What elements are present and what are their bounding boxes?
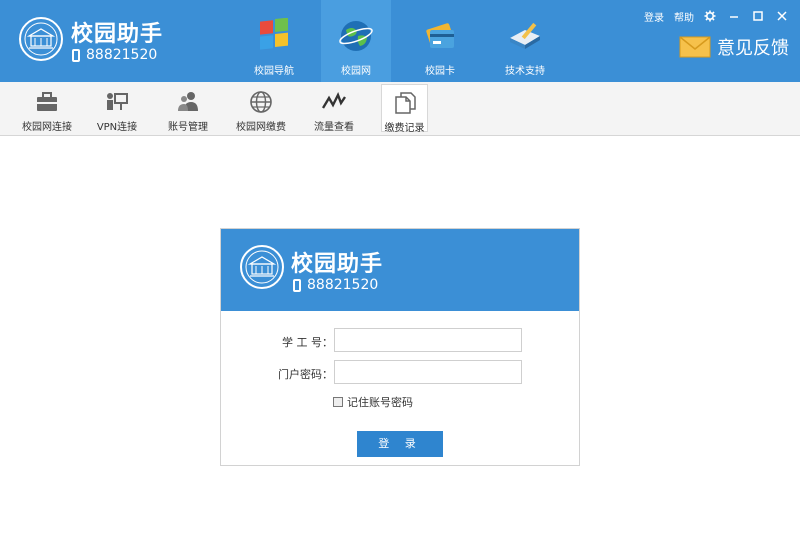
hotline: 88821520 <box>72 47 157 63</box>
close-icon[interactable] <box>776 10 788 22</box>
users-icon <box>178 92 198 111</box>
line-chart-icon <box>322 92 346 109</box>
app-title: 校园助手 <box>71 22 164 47</box>
hotline-number: 88821520 <box>86 47 158 63</box>
nav-label: 校园导航 <box>254 66 294 77</box>
tool-account-manage[interactable]: 账号管理 <box>160 84 216 133</box>
tool-vpn-connect[interactable]: VPN连接 <box>90 84 144 133</box>
nav-label: 校园网 <box>341 66 371 77</box>
tool-label: 校园网缴费 <box>236 122 286 133</box>
documents-icon <box>394 92 416 114</box>
app-header: 校园助手 88821520 校园导航 校园网 校园卡 技术支持 登录 帮助 意见… <box>0 0 800 82</box>
phone-icon <box>293 278 301 292</box>
gear-icon[interactable] <box>704 10 716 22</box>
help-link[interactable]: 帮助 <box>674 9 694 24</box>
briefcase-icon <box>37 92 57 111</box>
remember-checkbox-row[interactable]: 记住账号密码 <box>333 394 413 410</box>
maximize-icon[interactable] <box>752 10 764 22</box>
tool-network-payment[interactable]: 校园网缴费 <box>232 84 290 133</box>
nav-campus-card[interactable]: 校园卡 <box>405 0 475 82</box>
student-id-label: 学 工 号： <box>282 336 333 349</box>
password-label: 门户密码： <box>278 368 333 381</box>
login-panel: 校园助手 88821520 学 工 号： 门户密码： 记住账号密码 登 录 <box>220 228 580 466</box>
windows-globe-icon <box>260 18 288 50</box>
remember-label: 记住账号密码 <box>347 396 413 409</box>
student-id-input[interactable] <box>334 328 522 352</box>
card-icon <box>426 23 454 48</box>
tool-label: 缴费记录 <box>384 123 425 134</box>
nav-campus-guide[interactable]: 校园导航 <box>239 0 309 82</box>
login-panel-hotline: 88821520 <box>293 277 378 293</box>
envelope-icon <box>679 36 711 58</box>
login-panel-title: 校园助手 <box>291 252 384 277</box>
window-controls: 登录 帮助 <box>644 8 800 24</box>
password-input[interactable] <box>334 360 522 384</box>
globe-grid-icon <box>250 91 272 113</box>
sub-toolbar: 校园网连接 VPN连接 账号管理 校园网缴费 流量查看 缴费记录 <box>0 82 800 136</box>
tool-traffic-view[interactable]: 流量查看 <box>306 84 362 133</box>
nav-tech-support[interactable]: 技术支持 <box>490 0 560 82</box>
book-pencil-icon <box>510 22 540 49</box>
login-link[interactable]: 登录 <box>644 9 664 24</box>
presenter-icon <box>107 93 128 110</box>
university-emblem-icon <box>19 17 63 61</box>
tool-network-connect[interactable]: 校园网连接 <box>16 84 78 133</box>
phone-icon <box>72 48 80 62</box>
tool-payment-records[interactable]: 缴费记录 <box>381 84 428 134</box>
hotline-number: 88821520 <box>307 277 379 293</box>
tool-label: 账号管理 <box>168 122 208 133</box>
university-emblem-icon <box>240 245 284 289</box>
tool-label: VPN连接 <box>96 122 138 133</box>
nav-campus-network[interactable]: 校园网 <box>321 0 391 82</box>
tool-label: 校园网连接 <box>22 122 72 133</box>
feedback-label: 意见反馈 <box>717 38 789 59</box>
minimize-icon[interactable] <box>728 10 740 22</box>
login-button[interactable]: 登 录 <box>357 431 443 457</box>
remember-checkbox[interactable] <box>333 397 343 407</box>
nav-label: 校园卡 <box>425 66 455 77</box>
login-panel-header: 校园助手 88821520 <box>221 229 579 311</box>
globe-icon <box>339 21 373 51</box>
feedback-button[interactable]: 意见反馈 <box>679 34 789 60</box>
nav-label: 技术支持 <box>505 66 545 77</box>
tool-label: 流量查看 <box>314 122 354 133</box>
